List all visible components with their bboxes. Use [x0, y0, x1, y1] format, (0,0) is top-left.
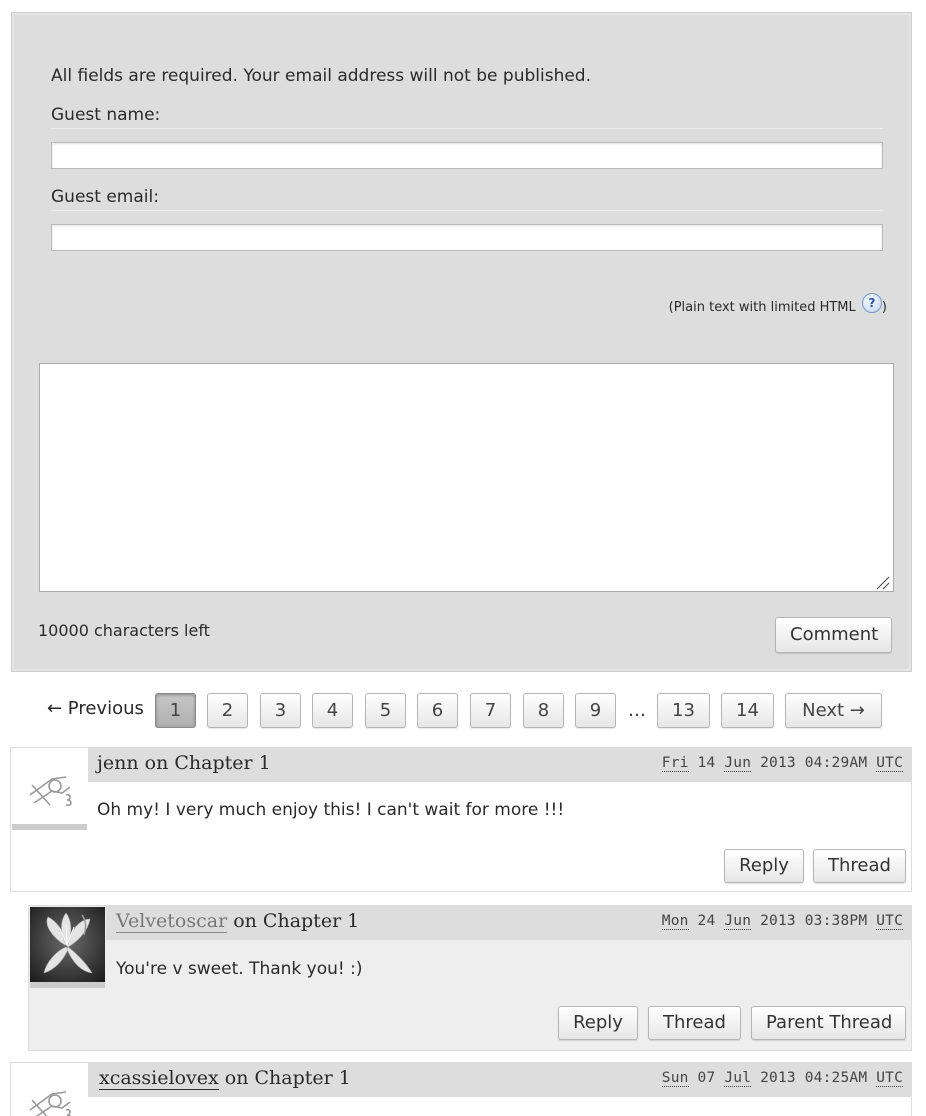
guest-name-label: Guest name:	[51, 105, 161, 125]
month: Jun	[724, 913, 752, 930]
time: 03:38PM	[804, 913, 868, 929]
comment-textarea[interactable]	[39, 363, 894, 592]
page-button[interactable]: 9	[575, 693, 616, 728]
comment-chapter: on Chapter 1	[233, 910, 360, 932]
comment-submit-button[interactable]: Comment	[775, 617, 892, 653]
comment-nested: Velvetoscar on Chapter 1 Mon 24 Jun 2013…	[28, 905, 912, 1051]
html-note-close: )	[881, 300, 887, 315]
avatar-bar	[30, 982, 105, 988]
comment-header: xcassielovex on Chapter 1 Sun 07 Jul 201…	[88, 1063, 911, 1097]
pagination-gap: …	[628, 700, 646, 721]
timezone: UTC	[876, 755, 903, 772]
time: 04:29AM	[804, 755, 868, 771]
comment-date: Mon 24 Jun 2013 03:38PM UTC	[661, 913, 903, 930]
required-fields-notice: All fields are required. Your email addr…	[51, 66, 591, 86]
comment-byline: xcassielovex on Chapter 1	[99, 1067, 351, 1090]
comment-date: Fri 14 Jun 2013 04:29AM UTC	[661, 755, 903, 772]
previous-page-link[interactable]: ← Previous	[47, 698, 144, 719]
weekday: Sun	[661, 1070, 689, 1087]
weekday: Fri	[661, 755, 689, 772]
html-note: (Plain text with limited HTML ?)	[669, 293, 887, 315]
avatar[interactable]	[12, 749, 87, 824]
html-note-text: (Plain text with limited HTML	[668, 300, 856, 315]
time: 04:25AM	[804, 1070, 868, 1086]
comment-byline: jenn on Chapter 1	[97, 752, 271, 774]
comment-text: Oh my! I very much enjoy this! I can't w…	[97, 800, 565, 820]
avatar[interactable]	[12, 1064, 87, 1116]
comment-form: All fields are required. Your email addr…	[11, 12, 912, 672]
help-icon[interactable]: ?	[861, 293, 882, 313]
guest-email-input[interactable]	[51, 224, 883, 251]
year: 2013	[760, 755, 796, 771]
page-button[interactable]: 13	[657, 693, 710, 728]
page-button[interactable]: 7	[470, 693, 511, 728]
page-button[interactable]: 4	[312, 693, 353, 728]
timezone: UTC	[876, 913, 903, 930]
characters-left-counter: 10000 characters left	[38, 621, 210, 640]
month: Jul	[724, 1070, 752, 1087]
page-button-current[interactable]: 1	[155, 693, 196, 728]
comment-author[interactable]: jenn	[97, 752, 139, 774]
page-button[interactable]: 5	[365, 693, 406, 728]
avatar[interactable]	[30, 907, 105, 982]
comment-byline: Velvetoscar on Chapter 1	[116, 910, 360, 933]
comment-author[interactable]: xcassielovex	[99, 1067, 219, 1090]
day-of-month: 24	[697, 913, 716, 929]
avatar-bar	[12, 824, 87, 830]
comment-chapter: on Chapter 1	[224, 1067, 351, 1089]
divider	[51, 210, 883, 211]
guest-email-label: Guest email:	[51, 187, 159, 207]
parent-thread-button[interactable]: Parent Thread	[751, 1006, 906, 1040]
reply-button[interactable]: Reply	[558, 1006, 638, 1040]
default-avatar-icon	[29, 1091, 72, 1116]
default-avatar-icon	[29, 776, 72, 807]
comment: jenn on Chapter 1 Fri 14 Jun 2013 04:29A…	[10, 747, 912, 892]
next-page-link[interactable]: Next →	[785, 693, 882, 728]
reply-button[interactable]: Reply	[724, 849, 804, 883]
comment: xcassielovex on Chapter 1 Sun 07 Jul 201…	[10, 1062, 912, 1116]
comment-date: Sun 07 Jul 2013 04:25AM UTC	[661, 1070, 903, 1087]
day-of-month: 07	[697, 1070, 716, 1086]
divider	[51, 128, 883, 129]
month: Jun	[724, 755, 752, 772]
guest-name-input[interactable]	[51, 142, 883, 169]
day-of-month: 14	[697, 755, 716, 771]
page-button[interactable]: 8	[523, 693, 564, 728]
year: 2013	[760, 913, 796, 929]
page-button[interactable]: 2	[207, 693, 248, 728]
comment-header: Velvetoscar on Chapter 1 Mon 24 Jun 2013…	[106, 906, 911, 940]
timezone: UTC	[876, 1070, 903, 1087]
page-button[interactable]: 6	[417, 693, 458, 728]
comment-chapter: on Chapter 1	[144, 752, 271, 774]
year: 2013	[760, 1070, 796, 1086]
comment-text: You're v sweet. Thank you! :)	[116, 959, 363, 979]
thread-button[interactable]: Thread	[813, 849, 906, 883]
lily-flower-avatar	[30, 907, 105, 982]
thread-button[interactable]: Thread	[648, 1006, 741, 1040]
resize-grip-icon[interactable]	[874, 574, 890, 590]
comment-header: jenn on Chapter 1 Fri 14 Jun 2013 04:29A…	[88, 748, 911, 782]
page-button[interactable]: 14	[721, 693, 774, 728]
weekday: Mon	[661, 913, 689, 930]
comment-author[interactable]: Velvetoscar	[116, 910, 228, 933]
page-button[interactable]: 3	[260, 693, 301, 728]
